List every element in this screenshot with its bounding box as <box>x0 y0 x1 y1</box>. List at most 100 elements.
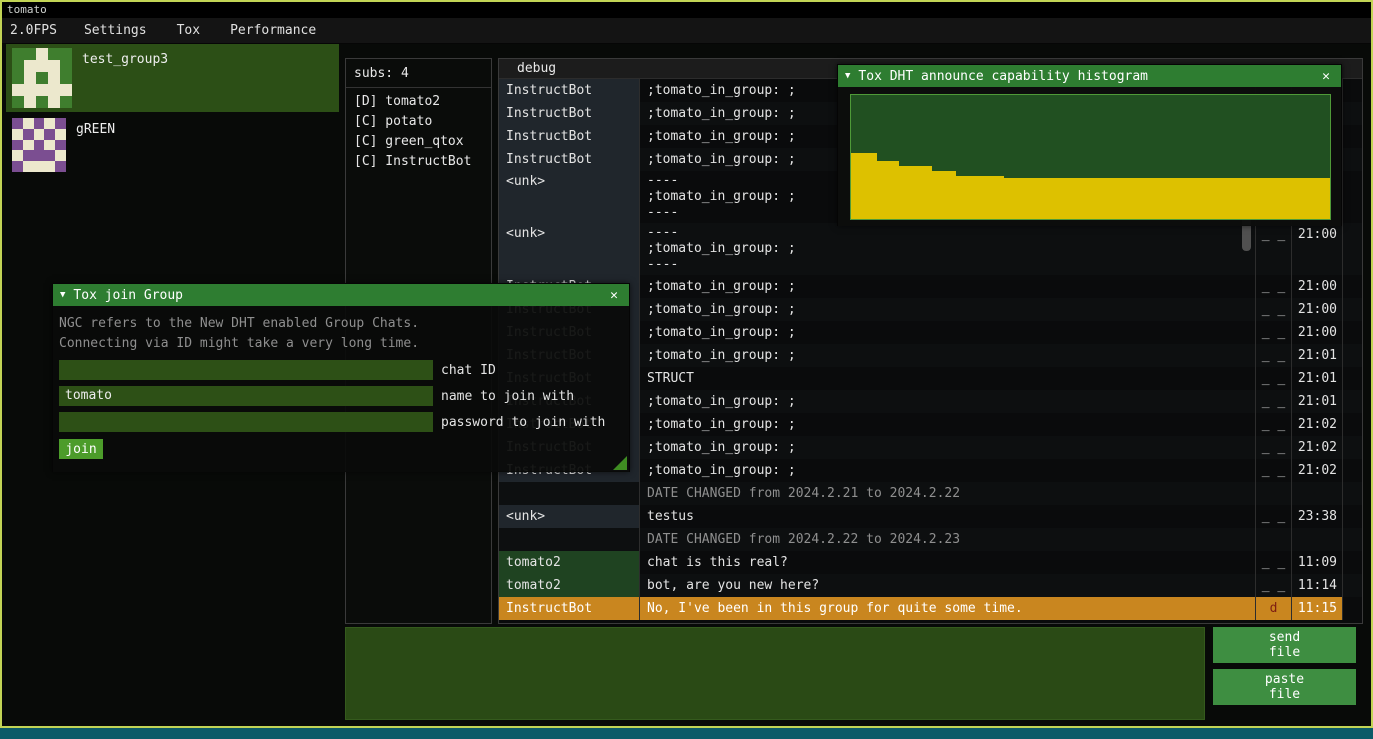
avatar-pixel <box>34 150 45 161</box>
subs-item[interactable]: [D] tomato2 <box>346 92 491 112</box>
menubar-items: SettingsToxPerformance <box>69 18 331 43</box>
collapse-icon[interactable]: ▼ <box>845 71 850 81</box>
message-flags: _ _ <box>1256 505 1292 528</box>
group-row-gREEN[interactable]: gREEN <box>6 114 339 176</box>
join-group-window-body: NGC refers to the New DHT enabled Group … <box>53 306 629 472</box>
message-author: InstructBot <box>499 597 640 620</box>
histogram-plot <box>850 94 1331 220</box>
message-author: <unk> <box>499 505 640 528</box>
message-row: <unk>----;tomato_in_group: ;----_ _21:00 <box>499 223 1362 275</box>
join-input-chat-ID[interactable] <box>59 360 433 380</box>
message-time: 21:02 <box>1292 413 1343 436</box>
histogram-window-titlebar[interactable]: ▼ Tox DHT announce capability histogram … <box>838 65 1341 87</box>
avatar-pixel <box>48 60 60 72</box>
avatar-pixel <box>60 48 72 60</box>
join-info-line-1: NGC refers to the New DHT enabled Group … <box>59 314 623 334</box>
subs-item[interactable]: [C] green_qtox <box>346 132 491 152</box>
avatar-pixel <box>12 72 24 84</box>
avatar-pixel <box>12 161 23 172</box>
message-time: 23:38 <box>1292 505 1343 528</box>
menu-item-performance[interactable]: Performance <box>215 18 331 43</box>
avatar-pixel <box>12 118 23 129</box>
message-author <box>499 528 640 551</box>
screen: tomato 2.0FPS SettingsToxPerformance tes… <box>0 0 1373 739</box>
avatar-pixel <box>55 150 66 161</box>
join-input-name-to-join-with[interactable]: tomato <box>59 386 433 406</box>
avatar-pixel <box>24 72 36 84</box>
message-author: InstructBot <box>499 148 640 171</box>
menu-item-settings[interactable]: Settings <box>69 18 162 43</box>
join-field-label: chat ID <box>441 363 496 378</box>
message-flags: _ _ <box>1256 367 1292 390</box>
message-text: DATE CHANGED from 2024.2.22 to 2024.2.23 <box>640 528 1256 551</box>
message-text: chat is this real? <box>640 551 1256 574</box>
message-row: DATE CHANGED from 2024.2.22 to 2024.2.23 <box>499 528 1362 551</box>
avatar-pixel <box>48 84 60 96</box>
message-input[interactable] <box>345 627 1205 720</box>
avatar-pixel <box>60 60 72 72</box>
subs-header: subs: 4 <box>346 59 491 88</box>
avatar-pixel <box>12 48 24 60</box>
join-fields: chat IDtomatoname to join withpassword t… <box>59 360 623 432</box>
message-text: DATE CHANGED from 2024.2.21 to 2024.2.22 <box>640 482 1256 505</box>
avatar-pixel <box>34 118 45 129</box>
avatar-pixel <box>48 48 60 60</box>
message-text: ;tomato_in_group: ; <box>640 344 1256 367</box>
message-flags: _ _ <box>1256 436 1292 459</box>
message-time: 21:02 <box>1292 436 1343 459</box>
resize-grip-icon[interactable] <box>613 456 627 470</box>
join-button[interactable]: join <box>59 439 103 459</box>
message-text: ;tomato_in_group: ; <box>640 298 1256 321</box>
fps-indicator: 2.0FPS <box>2 23 69 38</box>
message-flags: _ _ <box>1256 459 1292 482</box>
menu-item-tox[interactable]: Tox <box>162 18 215 43</box>
join-group-window-titlebar[interactable]: ▼ Tox join Group ✕ <box>53 284 629 306</box>
message-text: STRUCT <box>640 367 1256 390</box>
message-text: bot, are you new here? <box>640 574 1256 597</box>
join-info-line-2: Connecting via ID might take a very long… <box>59 334 623 354</box>
collapse-icon[interactable]: ▼ <box>60 290 65 300</box>
avatar-pixel <box>24 96 36 108</box>
avatar-pixel <box>12 140 23 151</box>
avatar-pixel <box>23 150 34 161</box>
send-file-button[interactable]: send file <box>1213 627 1356 663</box>
avatar-pixel <box>36 72 48 84</box>
group-avatar <box>12 118 66 172</box>
message-row: tomato2chat is this real?_ _11:09 <box>499 551 1362 574</box>
message-author: InstructBot <box>499 79 640 102</box>
avatar-pixel <box>55 118 66 129</box>
close-icon[interactable]: ✕ <box>606 288 622 303</box>
avatar-pixel <box>55 161 66 172</box>
avatar-pixel <box>60 72 72 84</box>
message-time: 21:00 <box>1292 321 1343 344</box>
message-row: DATE CHANGED from 2024.2.21 to 2024.2.22 <box>499 482 1362 505</box>
message-flags: _ _ <box>1256 551 1292 574</box>
histogram-bar <box>877 161 899 219</box>
group-name: gREEN <box>76 118 115 172</box>
message-author: tomato2 <box>499 574 640 597</box>
message-author: <unk> <box>499 171 640 223</box>
menubar: 2.0FPS SettingsToxPerformance <box>2 18 1371 44</box>
avatar-pixel <box>12 150 23 161</box>
avatar-pixel <box>12 129 23 140</box>
avatar-pixel <box>44 140 55 151</box>
subs-item[interactable]: [C] potato <box>346 112 491 132</box>
message-flags: _ _ <box>1256 298 1292 321</box>
message-flags <box>1256 482 1292 505</box>
join-input-password-to-join-with[interactable] <box>59 412 433 432</box>
group-list: test_group3 gREEN <box>6 44 339 178</box>
message-text: ;tomato_in_group: ; <box>640 275 1256 298</box>
group-row-test_group3[interactable]: test_group3 <box>6 44 339 112</box>
subs-item[interactable]: [C] InstructBot <box>346 152 491 172</box>
histogram-bar <box>1004 178 1330 219</box>
avatar-pixel <box>44 129 55 140</box>
group-name: test_group3 <box>82 48 168 108</box>
message-text: No, I've been in this group for quite so… <box>640 597 1256 620</box>
message-time: 21:01 <box>1292 367 1343 390</box>
window-title: tomato <box>7 3 47 16</box>
message-time: 21:02 <box>1292 459 1343 482</box>
message-text: ;tomato_in_group: ; <box>640 459 1256 482</box>
close-icon[interactable]: ✕ <box>1318 69 1334 84</box>
avatar-pixel <box>24 48 36 60</box>
paste-file-button[interactable]: paste file <box>1213 669 1356 705</box>
